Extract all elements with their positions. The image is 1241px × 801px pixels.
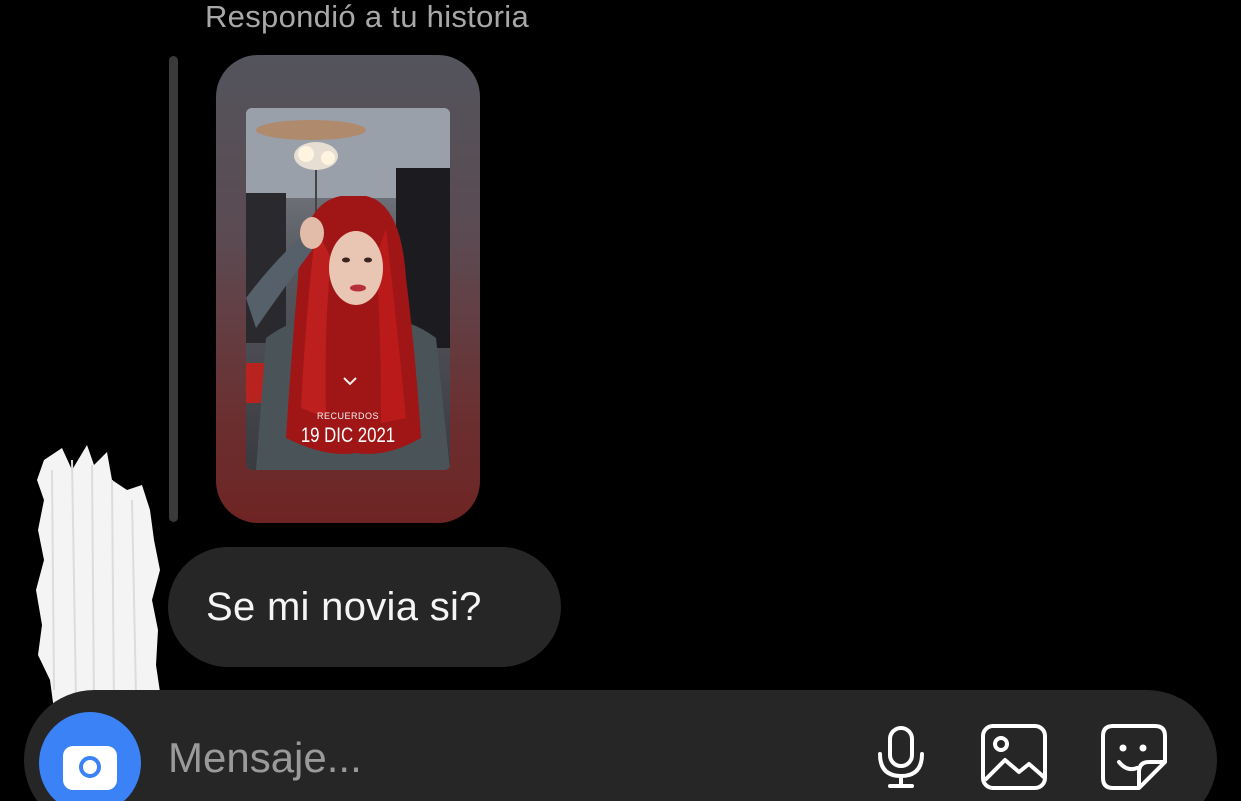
- image-icon: [981, 724, 1047, 790]
- story-overlay-caption: RECUERDOS: [316, 411, 379, 421]
- story-overlay-date: 19 DIC 2021: [300, 424, 396, 447]
- message-bubble[interactable]: Se mi novia si?: [168, 547, 561, 667]
- microphone-button[interactable]: [866, 722, 936, 792]
- story-thumbnail: RECUERDOS 19 DIC 2021: [246, 108, 450, 470]
- reply-indicator-bar: [169, 56, 178, 522]
- story-overlay: RECUERDOS 19 DIC 2021: [246, 411, 450, 448]
- camera-lens: [79, 756, 101, 778]
- story-preview-card[interactable]: RECUERDOS 19 DIC 2021: [216, 55, 480, 523]
- redaction-scribble: [36, 445, 160, 720]
- gallery-button[interactable]: [979, 722, 1049, 792]
- story-reply-context: Respondió a tu historia: [205, 0, 529, 34]
- sticker-icon: [1101, 724, 1167, 790]
- sticker-button[interactable]: [1099, 722, 1169, 792]
- message-text: Se mi novia si?: [206, 584, 482, 629]
- microphone-icon: [878, 726, 924, 788]
- chat-screen: Respondió a tu historia RECUERDOS 19 DIC…: [0, 0, 1241, 801]
- message-input[interactable]: [168, 730, 768, 786]
